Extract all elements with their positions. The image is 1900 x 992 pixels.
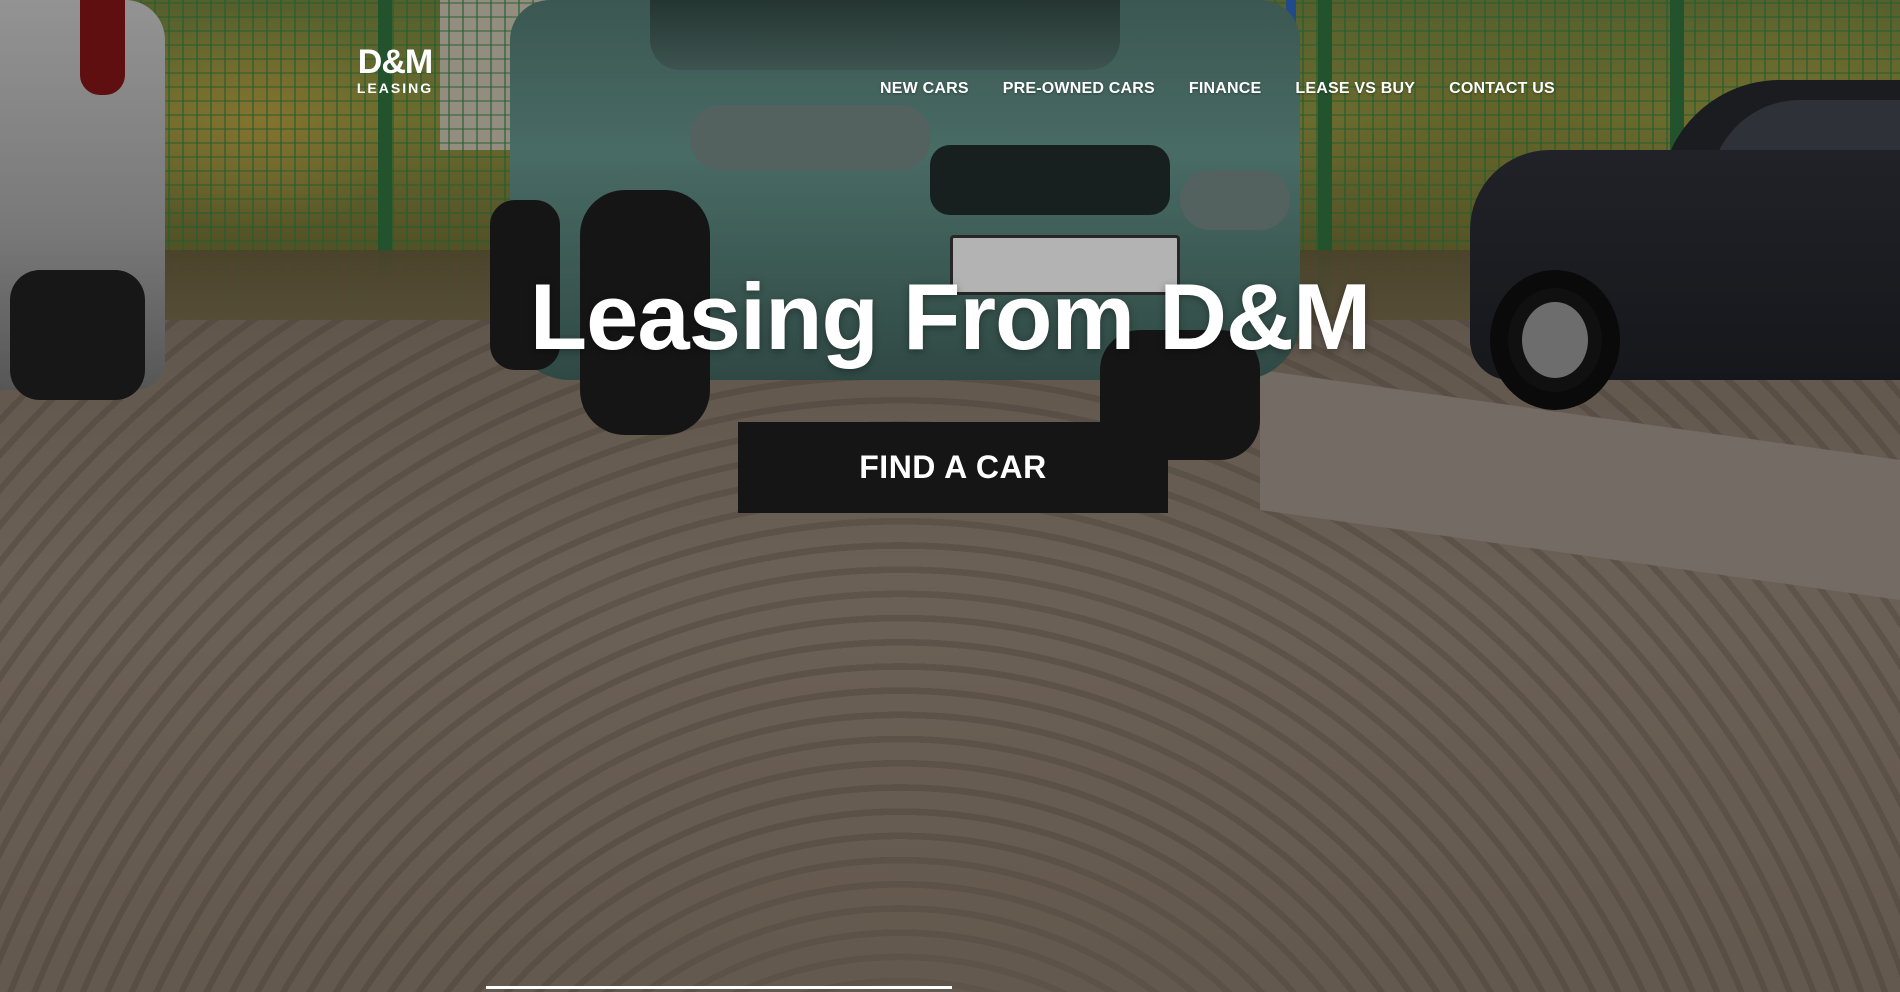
- find-a-car-button[interactable]: FIND A CAR: [738, 422, 1168, 513]
- nav-item-finance[interactable]: FINANCE: [1189, 80, 1262, 98]
- logo-mark: D&M: [357, 43, 433, 81]
- scroll-indicator: [486, 986, 952, 989]
- nav-item-lease-vs-buy[interactable]: LEASE VS BUY: [1295, 80, 1415, 98]
- main-nav: NEW CARS PRE-OWNED CARS FINANCE LEASE VS…: [880, 80, 1555, 98]
- logo-subtitle: LEASING: [356, 80, 434, 96]
- nav-item-new-cars[interactable]: NEW CARS: [880, 80, 969, 98]
- nav-item-contact-us[interactable]: CONTACT US: [1449, 80, 1555, 98]
- nav-item-pre-owned-cars[interactable]: PRE-OWNED CARS: [1003, 80, 1155, 98]
- brand-logo[interactable]: D&M LEASING: [352, 44, 438, 100]
- hero-section: D&M LEASING NEW CARS PRE-OWNED CARS FINA…: [0, 0, 1900, 992]
- hero-title: Leasing From D&M: [529, 264, 1372, 369]
